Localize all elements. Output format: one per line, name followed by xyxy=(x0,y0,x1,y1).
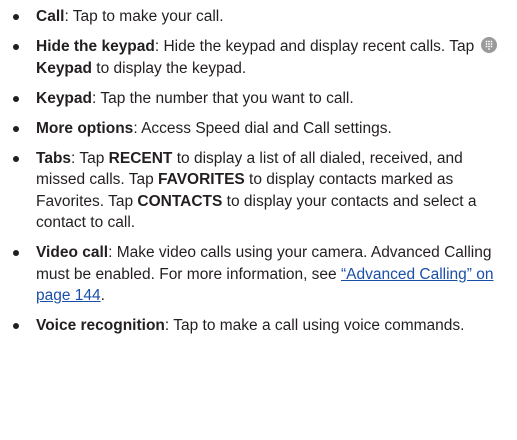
list-item-tabs: Tabs: Tap RECENT to display a list of al… xyxy=(0,148,517,234)
list-item-call: Call: Tap to make your call. xyxy=(0,6,517,28)
bullet-icon xyxy=(13,155,19,162)
bullet-icon xyxy=(13,14,19,20)
keypad-label: Keypad xyxy=(36,59,92,77)
item-term: More options xyxy=(36,119,134,137)
item-text: : Tap xyxy=(71,149,109,167)
item-term: Hide the keypad xyxy=(36,38,155,55)
tab-favorites-keyword: FAVORITES xyxy=(158,171,245,188)
call-options-list: Call: Tap to make your call. Hide the ke… xyxy=(0,6,517,337)
item-text: to display the keypad. xyxy=(92,59,247,77)
item-text: : Tap to make a call using voice command… xyxy=(164,317,465,334)
item-term: Keypad xyxy=(36,89,92,107)
keypad-icon xyxy=(480,37,497,53)
list-item-voice-recognition: Voice recognition: Tap to make a call us… xyxy=(0,315,517,337)
item-text: . xyxy=(100,287,105,304)
tab-contacts-keyword: CONTACTS xyxy=(137,192,223,210)
item-text: : Access Speed dial and Call settings. xyxy=(133,119,392,137)
bullet-icon xyxy=(13,323,19,329)
bullet-icon xyxy=(13,125,19,132)
list-item-video-call: Video call: Make video calls using your … xyxy=(0,242,517,307)
tab-recent-keyword: RECENT xyxy=(108,149,173,167)
item-term: Tabs xyxy=(36,149,72,167)
bullet-icon xyxy=(13,44,19,50)
item-text: : Tap the number that you want to call. xyxy=(92,89,354,107)
item-term: Video call xyxy=(36,244,109,261)
list-item-hide-keypad: Hide the keypad: Hide the keypad and dis… xyxy=(0,36,517,79)
item-text: : Tap to make your call. xyxy=(64,8,224,25)
document-page: Call: Tap to make your call. Hide the ke… xyxy=(0,0,517,440)
list-item-more-options: More options: Access Speed dial and Call… xyxy=(0,118,517,140)
list-item-keypad: Keypad: Tap the number that you want to … xyxy=(0,88,517,110)
item-text: : Hide the keypad and display recent cal… xyxy=(154,38,479,55)
bullet-icon xyxy=(13,250,19,256)
item-term: Call xyxy=(36,8,65,25)
bullet-icon xyxy=(13,95,19,102)
item-term: Voice recognition xyxy=(36,317,165,334)
